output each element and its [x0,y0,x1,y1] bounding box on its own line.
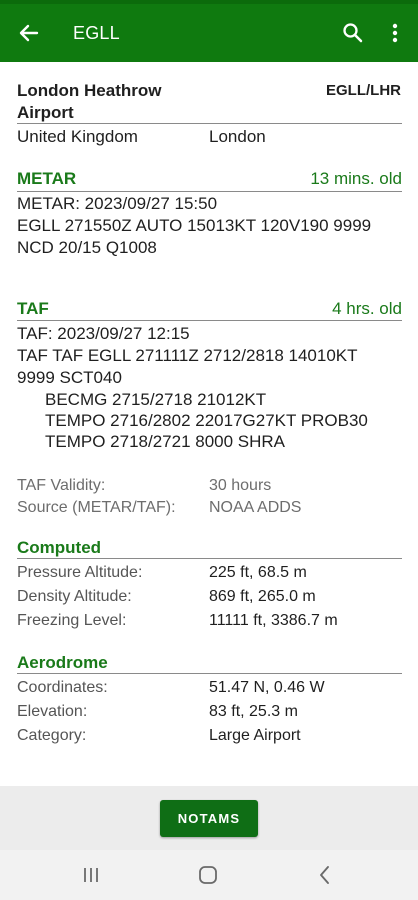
divider [17,320,402,321]
taf-validity-value: 30 hours [209,477,272,494]
taf-group: TEMPO 2716/2802 22017G27KT PROB30 [45,411,368,430]
home-icon[interactable] [196,863,220,887]
computed-row-label: Density Altitude: [17,588,132,605]
metar-time: METAR: 2023/09/27 15:50 [17,194,218,213]
aerodrome-heading: Aerodrome [17,653,108,672]
arrow-left-icon[interactable] [14,18,44,48]
metar-raw-line: NCD 20/15 Q1008 [17,238,157,257]
divider [17,191,402,192]
divider [17,673,402,674]
taf-raw-line: 9999 SCT040 [17,368,122,387]
app-bar: EGLL [0,4,418,62]
taf-time: TAF: 2023/09/27 12:15 [17,324,190,343]
airport-city: London [209,127,266,146]
recents-icon[interactable] [79,863,103,887]
metar-heading: METAR [17,169,77,188]
source-value: NOAA ADDS [209,499,302,516]
airport-detail-content[interactable]: London Heathrow Airport EGLL/LHR United … [0,62,418,786]
nav-back-icon[interactable] [313,863,337,887]
taf-group: TEMPO 2718/2721 8000 SHRA [45,432,286,451]
airport-name: London Heathrow Airport [17,81,162,122]
aerodrome-row-value: Large Airport [209,727,301,744]
taf-age: 4 hrs. old [332,299,402,318]
metar-raw-line: EGLL 271550Z AUTO 15013KT 120V190 9999 [17,216,372,235]
airport-codes: EGLL/LHR [326,82,401,99]
notams-button[interactable]: NOTAMS [160,800,258,837]
divider [17,123,402,124]
search-icon[interactable] [338,18,368,48]
system-nav-bar [0,850,418,900]
airport-country: United Kingdom [17,127,138,146]
taf-raw-line: TAF TAF EGLL 271111Z 2712/2818 14010KT [17,346,358,365]
computed-row-label: Freezing Level: [17,612,127,629]
computed-row-value: 225 ft, 68.5 m [209,564,307,581]
aerodrome-row-label: Category: [17,727,87,744]
aerodrome-row-label: Elevation: [17,703,88,720]
computed-row-label: Pressure Altitude: [17,564,143,581]
more-vertical-icon[interactable] [382,18,408,48]
aerodrome-row-value: 83 ft, 25.3 m [209,703,298,720]
footer-bar: NOTAMS [0,786,418,850]
taf-validity-label: TAF Validity: [17,477,106,494]
app-bar-title: EGLL [73,23,120,43]
metar-age: 13 mins. old [310,169,402,188]
taf-heading: TAF [17,299,49,318]
divider [17,558,402,559]
aerodrome-row-value: 51.47 N, 0.46 W [209,679,325,696]
computed-row-value: 869 ft, 265.0 m [209,588,316,605]
taf-group: BECMG 2715/2718 21012KT [45,390,267,409]
computed-heading: Computed [17,538,102,557]
aerodrome-row-label: Coordinates: [17,679,108,696]
source-label: Source (METAR/TAF): [17,499,176,516]
computed-row-value: 11111 ft, 3386.7 m [209,612,338,629]
